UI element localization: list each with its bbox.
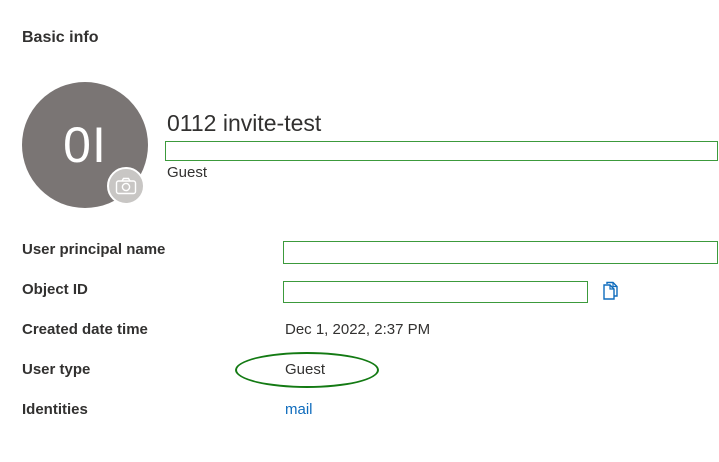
redacted-name-field <box>165 141 718 161</box>
display-name: 0112 invite-test <box>167 110 322 136</box>
section-title: Basic info <box>22 29 99 46</box>
identities-label: Identities <box>22 401 88 418</box>
avatar-initials: 0I <box>63 117 107 173</box>
created-date-label: Created date time <box>22 321 148 338</box>
camera-icon <box>115 177 137 195</box>
user-type-value: Guest <box>285 361 326 378</box>
upn-value-redacted <box>283 241 718 264</box>
copy-object-id-button[interactable] <box>600 279 622 301</box>
user-type-label: User type <box>22 361 91 378</box>
upn-label: User principal name <box>22 241 166 258</box>
created-date-value: Dec 1, 2022, 2:37 PM <box>285 321 431 338</box>
header-user-type: Guest <box>167 164 208 181</box>
object-id-label: Object ID <box>22 281 88 298</box>
copy-icon <box>603 281 618 300</box>
identities-link[interactable]: mail <box>285 401 313 418</box>
change-photo-button[interactable] <box>107 167 145 205</box>
object-id-value-redacted <box>283 281 588 303</box>
